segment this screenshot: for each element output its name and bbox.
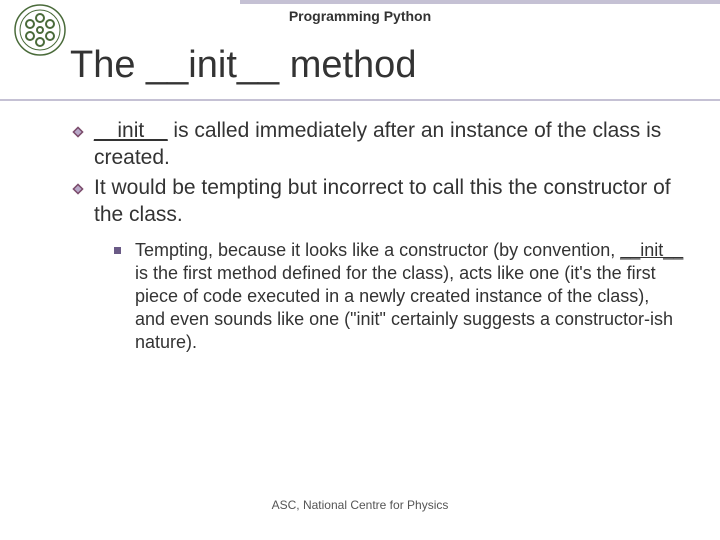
sub-bullet-text-1: Tempting, because it looks like a constr… <box>135 239 684 354</box>
bullet-item-1: __init__ is called immediately after an … <box>72 118 684 172</box>
square-bullet-icon <box>114 247 121 254</box>
slide-title: The __init__ method <box>70 44 416 87</box>
init-keyword: __init__ <box>94 119 168 142</box>
sub-bullet-item-1: Tempting, because it looks like a constr… <box>114 239 684 354</box>
sub-text-a: Tempting, because it looks like a constr… <box>135 240 620 260</box>
bullet-text-1-rest: is called immediately after an instance … <box>94 119 661 169</box>
institution-logo <box>14 4 66 56</box>
init-keyword-sub: __init__ <box>620 240 683 260</box>
sub-text-b: is the first method defined for the clas… <box>135 263 673 352</box>
course-title: Programming Python <box>0 8 720 24</box>
bullet-item-2: It would be tempting but incorrect to ca… <box>72 175 684 229</box>
footer-text: ASC, National Centre for Physics <box>0 498 720 512</box>
bullet-text-1: __init__ is called immediately after an … <box>94 118 684 172</box>
diamond-bullet-icon <box>72 183 84 195</box>
bullet-text-2: It would be tempting but incorrect to ca… <box>94 175 684 229</box>
content-area: __init__ is called immediately after an … <box>72 118 684 354</box>
top-accent-bar <box>240 0 720 4</box>
diamond-bullet-icon <box>72 126 84 138</box>
title-underline <box>0 99 720 101</box>
